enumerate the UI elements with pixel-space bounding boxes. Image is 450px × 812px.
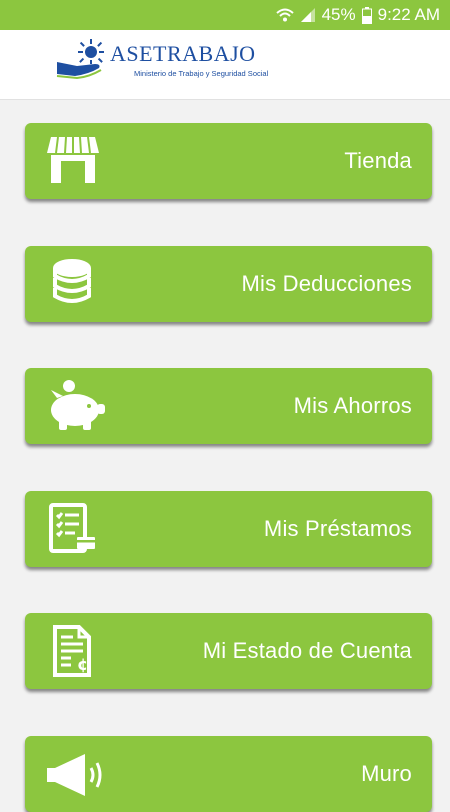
account-statement-icon: ¢ [45,623,103,679]
logo-title: ASETRABAJO [110,41,256,66]
coins-icon [45,256,103,312]
menu-item-label: Mi Estado de Cuenta [202,638,412,663]
megaphone-icon [45,746,103,802]
battery-percent: 45% [321,5,356,24]
menu-item-tienda[interactable]: Tienda [25,123,432,199]
menu-item-mi-estado-de-cuenta[interactable]: ¢ Mi Estado de Cuenta [25,613,432,689]
menu-item-label: Mis Préstamos [263,516,412,541]
clock-time: 9:22 AM [377,5,440,24]
menu-item-label: Mis Deducciones [241,271,412,296]
logo-hands-sun-icon [56,39,104,80]
piggy-bank-icon [45,378,105,434]
loan-document-icon [45,501,103,557]
menu-item-label: Mis Ahorros [293,393,412,418]
status-bar: 45% 9:22 AM [0,0,450,30]
battery-icon [361,6,372,24]
cell-signal-icon [300,7,316,23]
menu-item-label: Muro [361,761,412,786]
menu-item-mis-prestamos[interactable]: Mis Préstamos [25,491,432,567]
svg-text:¢: ¢ [77,655,88,674]
menu-item-mis-deducciones[interactable]: Mis Deducciones [25,246,432,322]
menu-item-muro[interactable]: Muro [25,736,432,812]
asetrabajo-logo: ASETRABAJO Ministerio de Trabajo y Segur… [55,38,268,88]
menu-item-label: Tienda [344,148,412,173]
store-icon [45,133,103,189]
menu-item-mis-ahorros[interactable]: Mis Ahorros [25,368,432,444]
logo-subtitle: Ministerio de Trabajo y Seguridad Social [134,69,269,78]
app-header: ASETRABAJO Ministerio de Trabajo y Segur… [0,30,450,100]
wifi-icon [275,7,294,23]
